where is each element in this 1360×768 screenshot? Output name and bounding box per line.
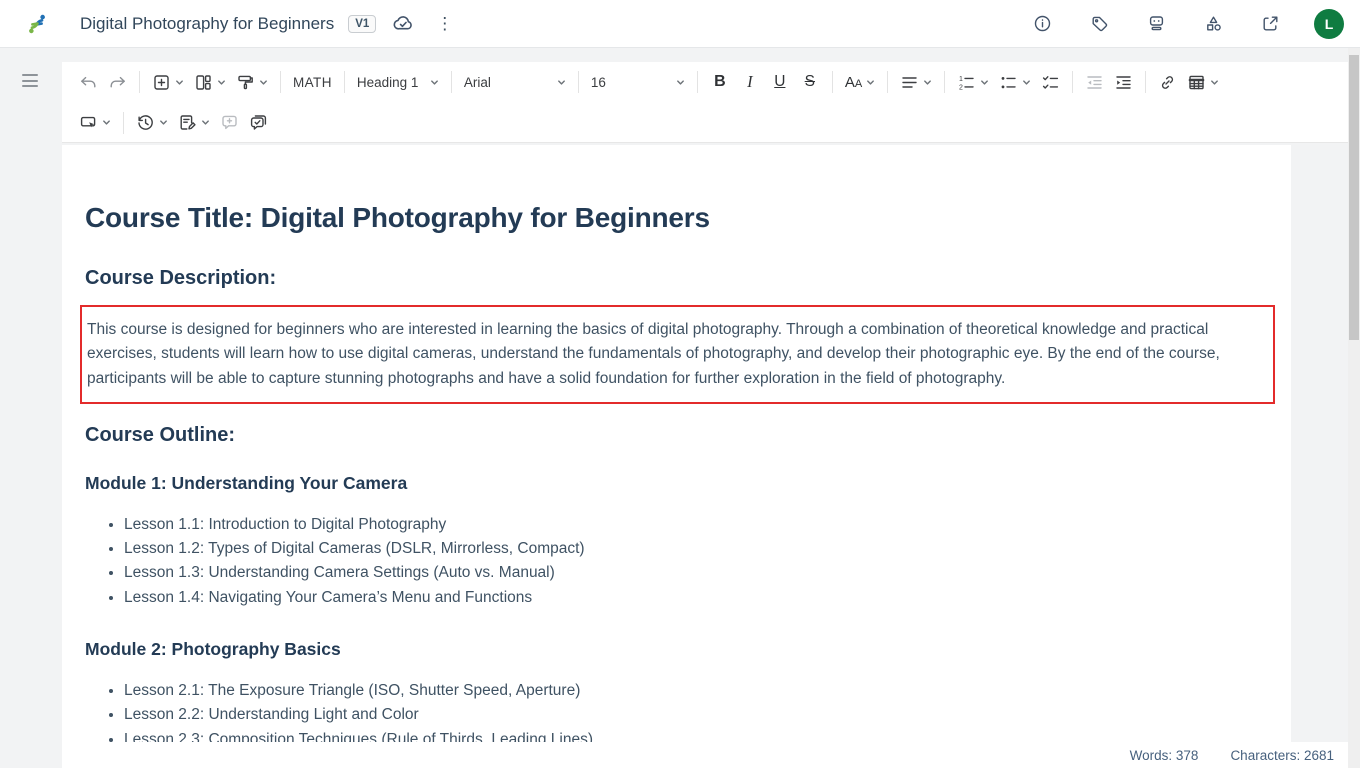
math-label: MATH	[293, 75, 332, 90]
toolbar-row-2	[62, 102, 1348, 143]
lesson-item[interactable]: Lesson 1.2: Types of Digital Cameras (DS…	[124, 537, 1291, 561]
note-edit-button[interactable]	[173, 108, 215, 138]
header-actions: L	[1029, 9, 1344, 39]
svg-text:2: 2	[959, 84, 963, 91]
course-description-heading[interactable]: Course Description:	[85, 267, 1267, 290]
numbered-list-button[interactable]: 1 2	[952, 67, 994, 97]
paragraph-style-select[interactable]: Heading 1	[352, 67, 444, 97]
lesson-item[interactable]: Lesson 1.3: Understanding Camera Setting…	[124, 561, 1291, 585]
left-rail	[0, 48, 62, 768]
vertical-scrollbar[interactable]	[1348, 48, 1360, 768]
underline-button[interactable]: U	[765, 67, 795, 97]
status-bar: Words: 378 Characters: 2681	[62, 742, 1348, 768]
tag-icon[interactable]	[1086, 10, 1113, 37]
character-count: Characters: 2681	[1230, 748, 1334, 763]
editor-page[interactable]: Course Title: Digital Photography for Be…	[62, 145, 1291, 768]
user-avatar[interactable]: L	[1314, 9, 1344, 39]
redo-button[interactable]	[103, 67, 132, 97]
select-tool-button[interactable]	[74, 108, 116, 138]
word-count: Words: 378	[1130, 748, 1199, 763]
indent-button[interactable]	[1109, 67, 1138, 97]
lesson-item[interactable]: Lesson 2.2: Understanding Light and Colo…	[124, 703, 1291, 727]
bullet-list-button[interactable]	[994, 67, 1036, 97]
align-button[interactable]	[895, 67, 937, 97]
lesson-item[interactable]: Lesson 2.1: The Exposure Triangle (ISO, …	[124, 679, 1291, 703]
svg-text:1: 1	[959, 76, 963, 83]
shapes-icon[interactable]	[1200, 10, 1227, 37]
course-outline-heading[interactable]: Course Outline:	[85, 424, 1267, 447]
math-button[interactable]: MATH	[288, 67, 337, 97]
add-comment-button[interactable]	[215, 108, 244, 138]
module-1-lessons: Lesson 1.1: Introduction to Digital Phot…	[62, 513, 1291, 610]
table-button[interactable]	[1182, 67, 1224, 97]
outdent-button[interactable]	[1080, 67, 1109, 97]
module-1-heading[interactable]: Module 1: Understanding Your Camera	[85, 473, 1267, 494]
font-size-select[interactable]: 16	[586, 67, 690, 97]
course-description-text[interactable]: This course is designed for beginners wh…	[87, 318, 1251, 391]
link-button[interactable]	[1153, 67, 1182, 97]
document-title[interactable]: Digital Photography for Beginners	[80, 14, 334, 34]
lesson-item[interactable]: Lesson 1.4: Navigating Your Camera’s Men…	[124, 586, 1291, 610]
more-options-icon[interactable]: ⋮	[428, 13, 461, 34]
course-title-heading[interactable]: Course Title: Digital Photography for Be…	[85, 202, 1267, 234]
strikethrough-button[interactable]: S	[795, 67, 825, 97]
bot-icon[interactable]	[1143, 10, 1170, 37]
outline-menu-icon[interactable]	[22, 74, 62, 87]
checklist-button[interactable]	[1036, 67, 1065, 97]
text-case-button[interactable]: AA	[840, 67, 880, 97]
scrollbar-thumb[interactable]	[1349, 55, 1359, 340]
editor-toolbar: MATH Heading 1 Arial 16 B I U S AA	[62, 62, 1348, 143]
module-2-heading[interactable]: Module 2: Photography Basics	[85, 639, 1267, 660]
italic-button[interactable]: I	[735, 67, 765, 97]
toolbar-row-1: MATH Heading 1 Arial 16 B I U S AA	[62, 62, 1348, 102]
cloud-saved-icon[interactable]	[388, 9, 418, 39]
lesson-item[interactable]: Lesson 1.1: Introduction to Digital Phot…	[124, 513, 1291, 537]
app-header: Digital Photography for Beginners V1 ⋮	[0, 0, 1360, 48]
insert-button[interactable]	[147, 67, 189, 97]
info-icon[interactable]	[1029, 10, 1056, 37]
share-icon[interactable]	[1257, 10, 1284, 37]
comments-button[interactable]	[244, 108, 273, 138]
undo-button[interactable]	[74, 67, 103, 97]
page-layout-button[interactable]	[189, 67, 231, 97]
format-painter-button[interactable]	[231, 67, 273, 97]
version-history-button[interactable]	[131, 108, 173, 138]
bold-button[interactable]: B	[705, 67, 735, 97]
highlighted-description-box[interactable]: This course is designed for beginners wh…	[80, 305, 1275, 404]
zoho-learn-editor: { "header": { "title": "Digital Photogra…	[0, 0, 1360, 768]
font-family-select[interactable]: Arial	[459, 67, 571, 97]
version-badge[interactable]: V1	[348, 15, 376, 33]
app-logo-icon[interactable]	[24, 11, 50, 37]
